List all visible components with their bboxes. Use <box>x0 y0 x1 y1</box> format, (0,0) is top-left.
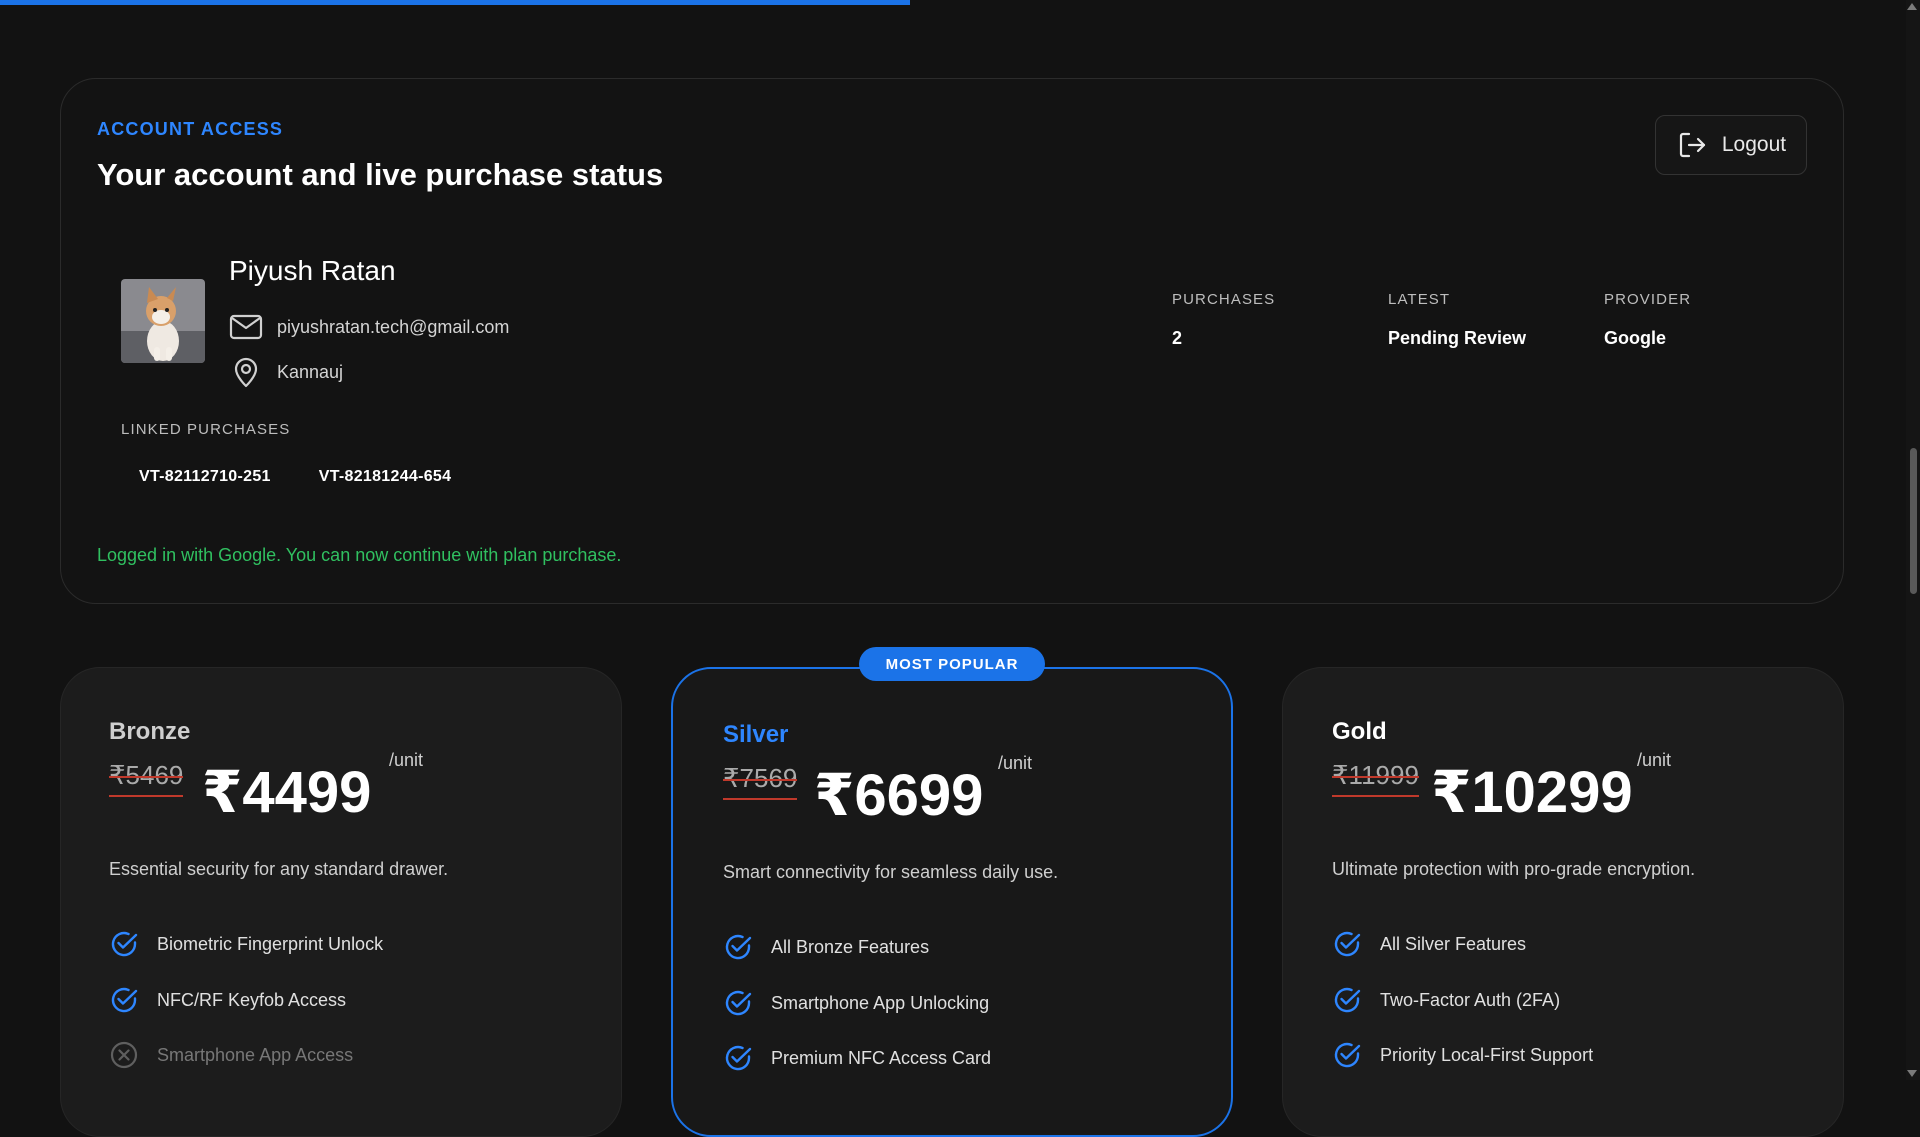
account-card: ACCOUNT ACCESS Your account and live pur… <box>60 78 1844 604</box>
plan-name: Silver <box>723 721 789 748</box>
feature-label: Premium NFC Access Card <box>771 1047 992 1068</box>
old-price: ₹5469 <box>109 760 184 797</box>
feature-label: Smartphone App Access <box>157 1044 354 1065</box>
section-eyebrow: ACCOUNT ACCESS <box>97 119 284 139</box>
stat-value-purchases: 2 <box>1172 328 1183 348</box>
feature-label: Priority Local-First Support <box>1380 1044 1594 1065</box>
feature-item: Priority Local-First Support <box>1332 1040 1593 1070</box>
price-unit: /unit <box>1637 750 1672 770</box>
feature-item: All Bronze Features <box>723 932 929 962</box>
feature-label: NFC/RF Keyfob Access <box>157 989 347 1010</box>
linked-purchase-id[interactable]: VT-82112710-251 <box>139 468 271 486</box>
linked-purchases-list: VT-82112710-251 VT-82181244-654 <box>139 468 451 486</box>
check-circle-icon <box>109 929 139 959</box>
check-circle-icon <box>1332 1040 1362 1070</box>
plan-description: Essential security for any standard draw… <box>109 859 449 879</box>
logout-button[interactable]: Logout <box>1655 115 1807 175</box>
current-price: ₹4499 <box>202 760 372 825</box>
feature-item: All Silver Features <box>1332 929 1526 959</box>
user-email: piyushratan.tech@gmail.com <box>277 316 510 337</box>
check-circle-icon <box>109 985 139 1015</box>
feature-label: All Bronze Features <box>771 936 930 957</box>
feature-label: All Silver Features <box>1380 933 1527 954</box>
scrollbar[interactable] <box>1906 0 1920 1080</box>
current-price: ₹10299 <box>1431 760 1633 825</box>
feature-label: Biometric Fingerprint Unlock <box>157 933 384 954</box>
plan-description: Smart connectivity for seamless daily us… <box>723 862 1059 882</box>
plan-description: Ultimate protection with pro-grade encry… <box>1332 859 1696 879</box>
price-row: ₹7569 ₹6699 /unit <box>723 753 1203 833</box>
check-circle-icon <box>1332 985 1362 1015</box>
old-price: ₹7569 <box>723 763 798 800</box>
user-name: Piyush Ratan <box>229 255 396 286</box>
feature-item: NFC/RF Keyfob Access <box>109 985 346 1015</box>
scrollbar-thumb[interactable] <box>1910 448 1917 594</box>
stat-label-provider: PROVIDER <box>1604 291 1692 308</box>
price-row: ₹11999 ₹10299 /unit <box>1332 750 1812 830</box>
feature-item: Premium NFC Access Card <box>723 1043 991 1073</box>
feature-item: Biometric Fingerprint Unlock <box>109 929 383 959</box>
old-price: ₹11999 <box>1332 760 1419 797</box>
plan-card-silver[interactable]: MOST POPULAR Silver ₹7569 ₹6699 /unit Sm… <box>671 647 1233 1137</box>
price-row: ₹5469 ₹4499 /unit <box>109 750 589 830</box>
page-title: Your account and live purchase status <box>97 157 664 192</box>
current-price: ₹6699 <box>814 763 984 828</box>
stat-value-latest: Pending Review <box>1388 328 1527 348</box>
user-city: Kannauj <box>277 361 344 382</box>
check-circle-icon <box>1332 929 1362 959</box>
linked-purchase-id[interactable]: VT-82181244-654 <box>319 468 452 486</box>
feature-item: Two-Factor Auth (2FA) <box>1332 985 1560 1015</box>
feature-item-excluded: Smartphone App Access <box>109 1040 353 1070</box>
page-progress-bar <box>0 0 911 5</box>
check-circle-icon <box>723 1043 753 1073</box>
feature-item: Smartphone App Unlocking <box>723 988 989 1018</box>
login-status-message: Logged in with Google. You can now conti… <box>97 545 622 565</box>
x-circle-icon <box>109 1040 139 1070</box>
most-popular-badge: MOST POPULAR <box>859 647 1045 681</box>
map-pin-icon <box>229 355 263 389</box>
stat-label-purchases: PURCHASES <box>1172 291 1276 308</box>
feature-label: Smartphone App Unlocking <box>771 992 990 1013</box>
user-location-row: Kannauj <box>229 355 343 389</box>
logout-label: Logout <box>1721 133 1787 156</box>
check-circle-icon <box>723 988 753 1018</box>
stat-label-latest: LATEST <box>1388 291 1451 308</box>
price-unit: /unit <box>389 750 424 770</box>
plan-card-gold[interactable]: Gold ₹11999 ₹10299 /unit Ultimate protec… <box>1282 667 1844 1137</box>
stat-value-provider: Google <box>1604 328 1666 348</box>
plan-name: Gold <box>1332 718 1387 745</box>
user-email-row: piyushratan.tech@gmail.com <box>229 313 509 341</box>
feature-label: Two-Factor Auth (2FA) <box>1380 989 1561 1010</box>
scroll-up-arrow-icon[interactable] <box>1907 3 1917 10</box>
linked-purchases-label: LINKED PURCHASES <box>121 421 291 438</box>
check-circle-icon <box>723 932 753 962</box>
mail-icon <box>229 313 263 341</box>
scroll-down-arrow-icon[interactable] <box>1907 1070 1917 1077</box>
logout-icon <box>1676 129 1708 161</box>
avatar <box>121 279 205 363</box>
price-unit: /unit <box>998 753 1033 773</box>
plan-card-bronze[interactable]: Bronze ₹5469 ₹4499 /unit Essential secur… <box>60 667 622 1137</box>
plan-name: Bronze <box>109 718 191 745</box>
